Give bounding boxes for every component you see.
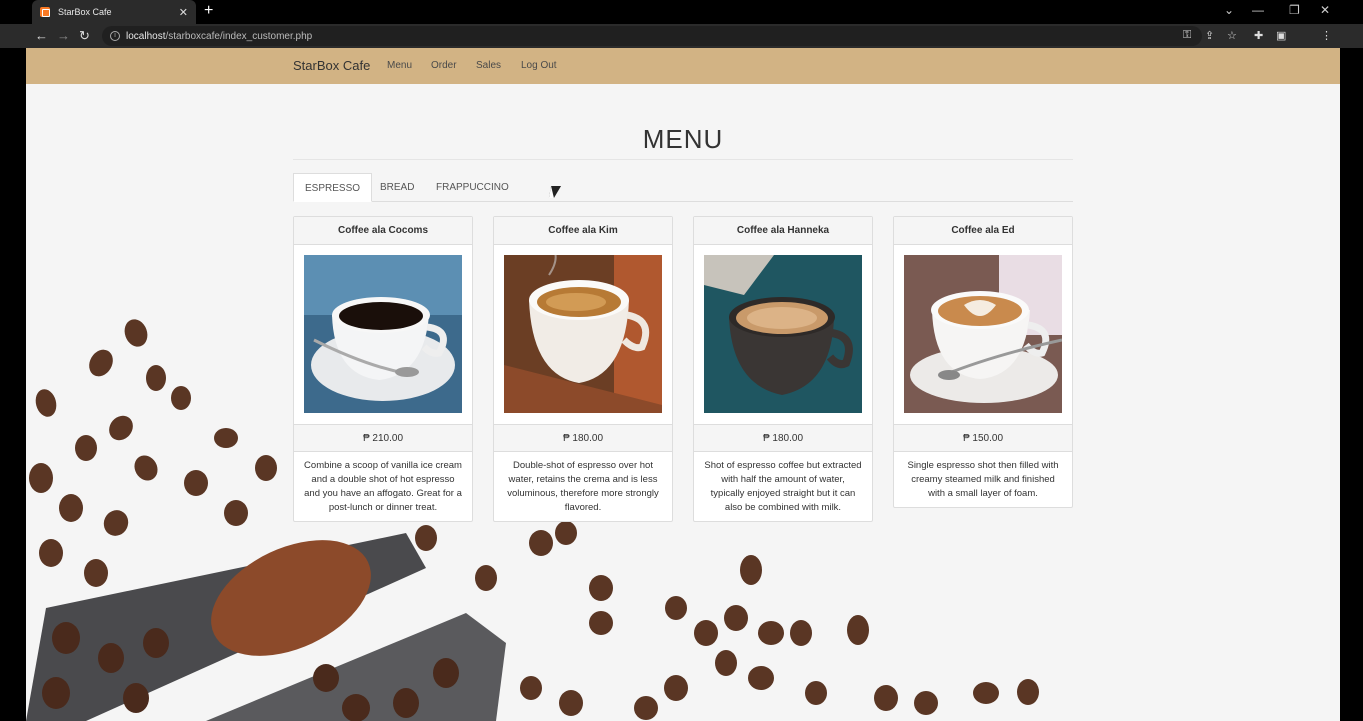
product-name: Coffee ala Ed [894,217,1072,245]
nav-link-order[interactable]: Order [431,60,457,71]
tab-bread[interactable]: BREAD [369,173,425,202]
bookmark-star-icon[interactable]: ☆ [1227,29,1237,42]
address-bar[interactable]: i localhost/starboxcafe/index_customer.p… [102,26,1202,46]
extensions-icon[interactable]: ✚ [1254,29,1263,42]
product-card[interactable]: Coffee ala Ed ₱ 150.00 Single espresso s… [893,216,1073,508]
product-name: Coffee ala Hanneka [694,217,872,245]
product-price: ₱ 150.00 [894,424,1072,452]
browser-menu-icon[interactable]: ⋮ [1321,29,1332,42]
product-description: Shot of espresso coffee but extracted wi… [704,460,862,513]
url-host: localhost [126,30,166,42]
nav-link-sales[interactable]: Sales [476,60,501,71]
share-icon[interactable]: ⇪ [1205,29,1214,42]
forward-icon[interactable]: → [57,28,70,43]
page-title: MENU [642,124,724,154]
page-viewport: StarBox Cafe Menu Order Sales Log Out ME… [26,48,1340,721]
product-image[interactable] [704,255,862,413]
new-tab-icon[interactable]: + [204,2,213,20]
browser-toolbar: ← → ↻ i localhost/starboxcafe/index_cust… [0,24,1363,66]
url-path: /starboxcafe/index_customer.php [165,30,313,42]
product-description: Single espresso shot then filled with cr… [907,460,1059,499]
browser-tab[interactable]: StarBox Cafe ✕ [32,0,196,24]
nav-link-logout[interactable]: Log Out [521,60,557,71]
window-close-icon[interactable]: ✕ [1320,3,1330,17]
product-description: Double-shot of espresso over hot water, … [507,460,659,513]
product-image[interactable] [904,255,1063,413]
product-price: ₱ 180.00 [494,424,672,452]
product-card[interactable]: Coffee ala Kim ₱ 180.00 Double-shot of e… [493,216,673,522]
product-card[interactable]: Coffee ala Cocoms ₱ 210.00 Combine a sco… [293,216,473,522]
site-navbar: StarBox Cafe Menu Order Sales Log Out [26,48,1340,84]
browser-tab-strip: StarBox Cafe ✕ + ⌄ — ❐ ✕ [0,0,1363,24]
side-panel-icon[interactable]: ▣ [1276,29,1286,42]
product-name: Coffee ala Cocoms [294,217,472,245]
product-image[interactable] [304,255,462,413]
tab-espresso[interactable]: ESPRESSO [293,173,373,202]
key-icon[interactable]: ⚿ [1183,29,1191,42]
tab-frappuccino[interactable]: FRAPPUCCINO [425,173,520,202]
title-divider [293,159,1073,160]
xampp-favicon-icon [40,7,50,17]
product-price: ₱ 180.00 [694,424,872,452]
browser-tab-title: StarBox Cafe [58,7,112,17]
mouse-cursor [548,186,562,198]
category-tabs: ESPRESSO BREAD FRAPPUCCINO [293,173,1073,202]
navbar-brand[interactable]: StarBox Cafe [293,58,370,73]
restore-icon[interactable]: ❐ [1289,3,1300,17]
product-description: Combine a scoop of vanilla ice cream and… [304,460,462,513]
product-image[interactable] [504,249,662,413]
product-price: ₱ 210.00 [294,424,472,452]
product-name: Coffee ala Kim [494,217,672,245]
tab-search-icon[interactable]: ⌄ [1224,3,1234,17]
site-info-icon[interactable]: i [110,31,120,41]
close-tab-icon[interactable]: ✕ [179,6,188,19]
back-icon[interactable]: ← [35,28,48,43]
reload-icon[interactable]: ↻ [79,28,90,44]
nav-link-menu[interactable]: Menu [387,60,412,71]
minimize-icon[interactable]: — [1252,3,1264,17]
product-card[interactable]: Coffee ala Hanneka ₱ 180.00 Shot of espr… [693,216,873,522]
